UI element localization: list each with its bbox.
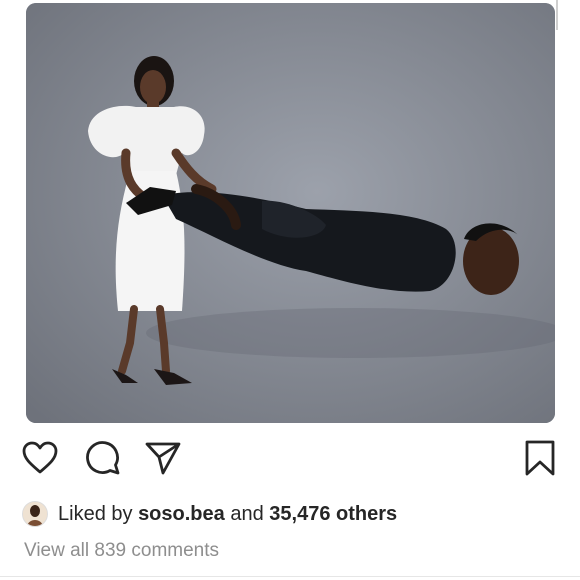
photo-illustration [26,3,555,423]
liked-by-label: Liked by [58,502,133,525]
likes-joiner: and [230,502,264,525]
liker-username[interactable]: soso.bea [138,503,225,525]
post-photo[interactable] [26,3,555,423]
avatar-image [23,502,47,526]
right-margin [556,0,580,580]
view-comments-link[interactable]: View all 839 comments [24,540,219,562]
bookmark-glyph [525,440,555,476]
likes-count[interactable]: 35,476 others [269,503,397,525]
heart-glyph [22,441,58,474]
comment-glyph [86,441,120,475]
comment-icon[interactable] [83,438,123,478]
share-icon[interactable] [143,438,183,478]
likes-text: Liked by soso.bea and 35,476 others [58,503,397,526]
post-actions-bar [0,438,580,484]
share-glyph [145,442,181,475]
divider [0,576,580,577]
likes-summary: Liked by soso.bea and 35,476 others [22,500,397,528]
scroll-indicator [556,0,558,30]
left-margin [0,0,24,580]
avatar[interactable] [22,501,48,527]
bookmark-icon[interactable] [520,438,560,478]
heart-icon[interactable] [20,438,60,478]
